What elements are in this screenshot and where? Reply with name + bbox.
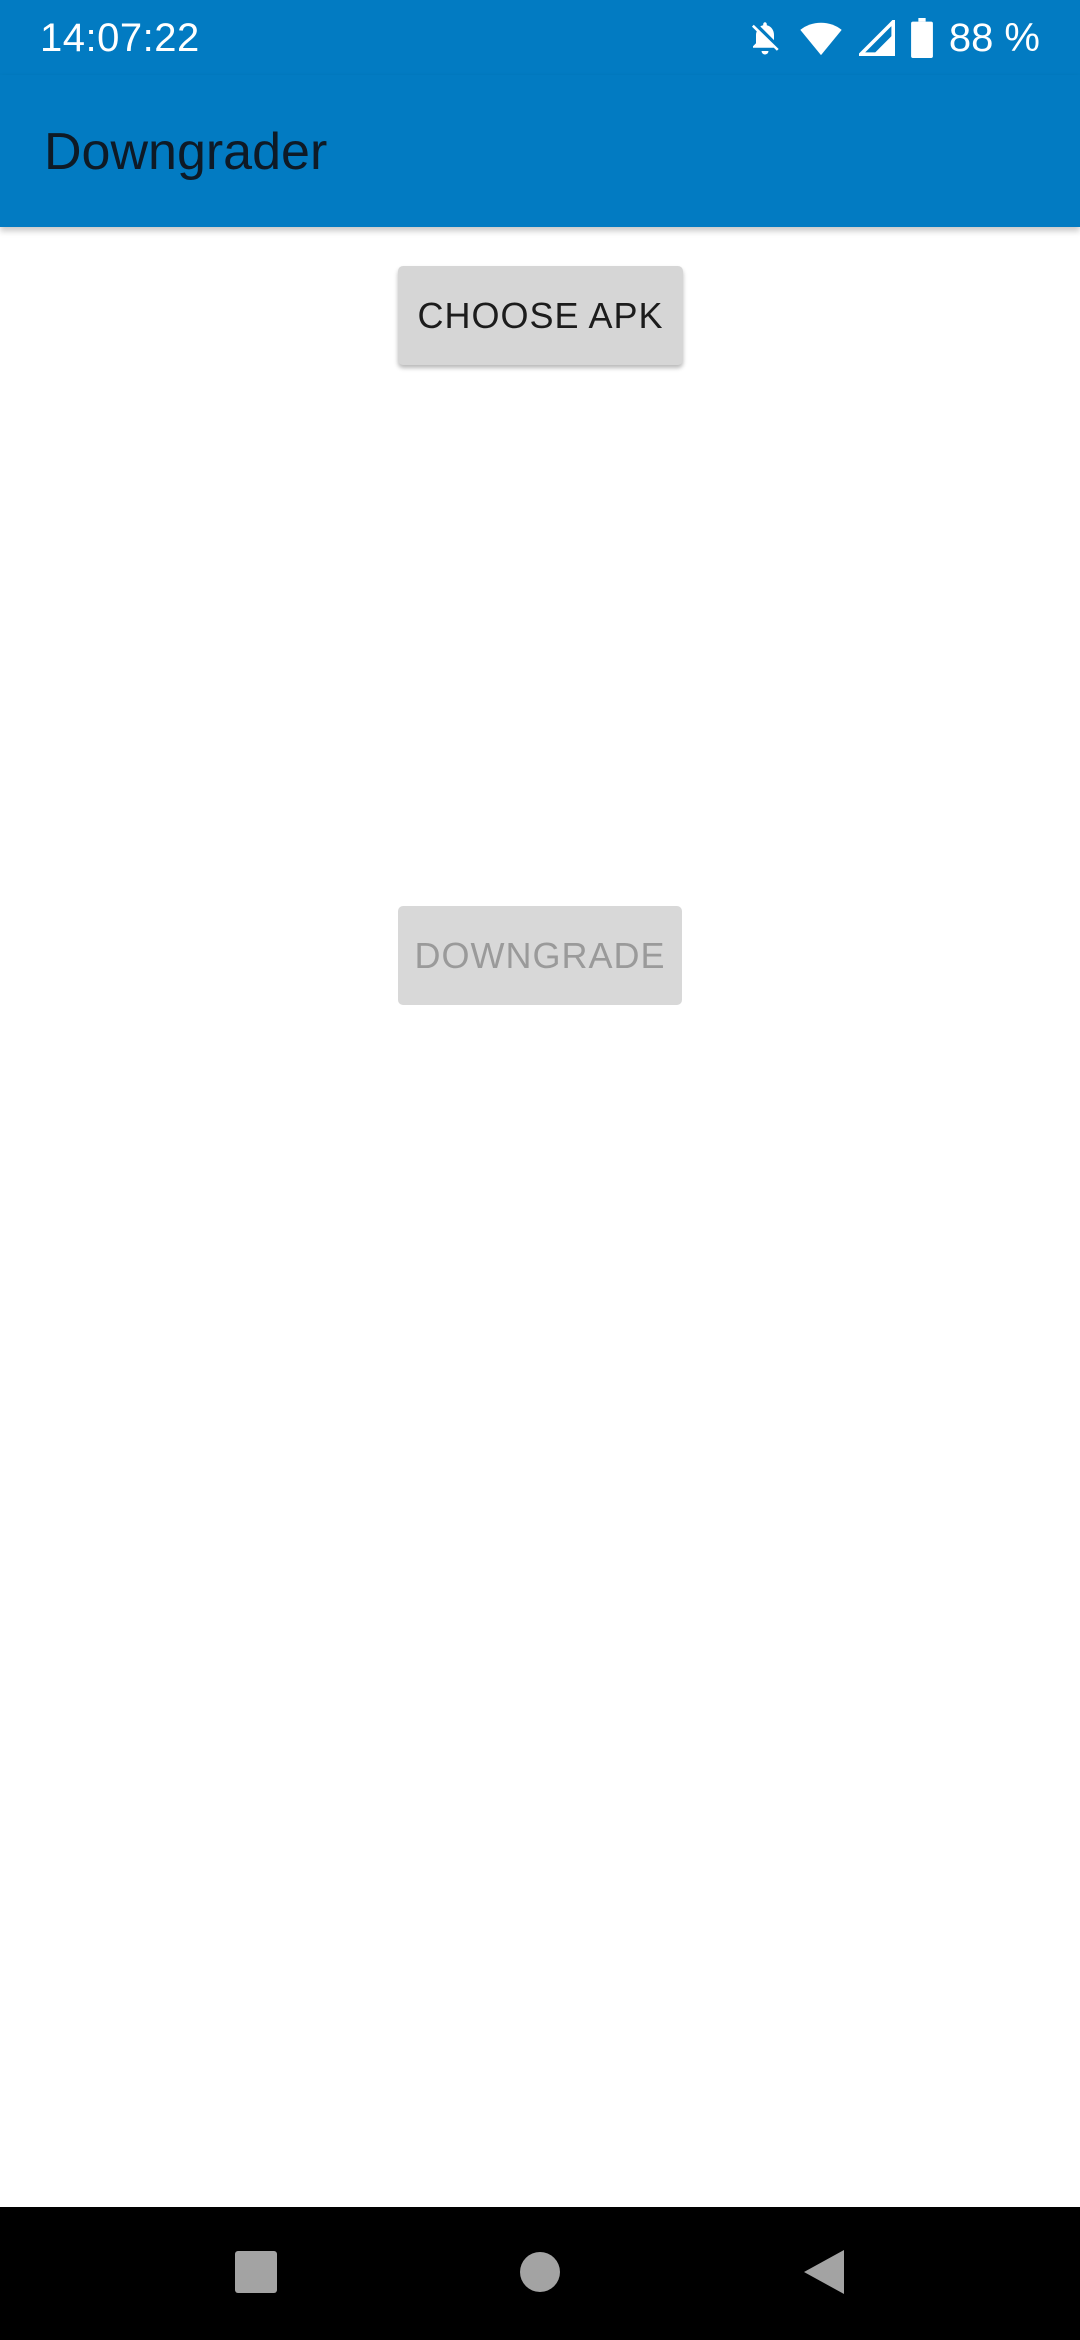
recents-icon	[234, 2250, 278, 2299]
back-icon	[802, 2248, 846, 2301]
cellular-signal-icon	[858, 20, 895, 56]
status-icons: 88 %	[747, 14, 1040, 62]
home-button[interactable]	[490, 2227, 590, 2321]
app-title: Downgrader	[44, 123, 328, 181]
navigation-bar	[0, 2207, 1080, 2340]
choose-apk-button[interactable]: CHOOSE APK	[398, 266, 683, 365]
app-bar: Downgrader	[0, 75, 1080, 227]
downgrade-button[interactable]: DOWNGRADE	[398, 906, 682, 1005]
battery-icon	[910, 18, 933, 58]
wifi-icon	[799, 20, 843, 56]
notifications-off-icon	[747, 18, 783, 58]
back-button[interactable]	[774, 2227, 874, 2321]
battery-percent: 88 %	[948, 16, 1040, 60]
recents-button[interactable]	[206, 2227, 306, 2321]
home-icon	[518, 2250, 562, 2299]
screen: 14:07:22 88 % Downgrader CHOOSE APK DOWN…	[0, 0, 1080, 2340]
status-time: 14:07:22	[40, 16, 200, 60]
status-bar: 14:07:22 88 %	[0, 0, 1080, 75]
